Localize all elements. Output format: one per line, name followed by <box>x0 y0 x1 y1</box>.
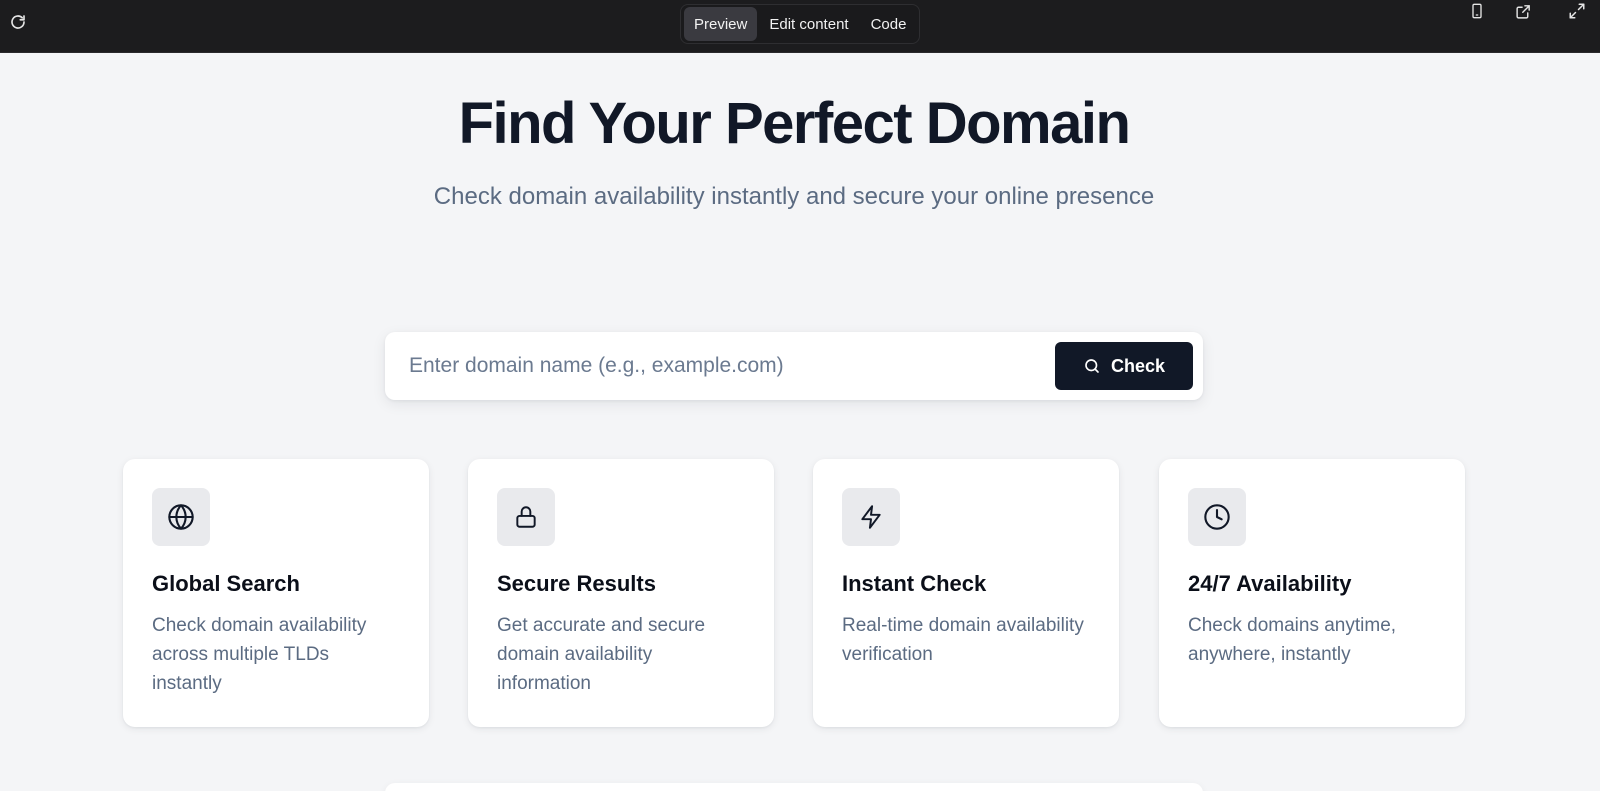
feature-description: Get accurate and secure domain availabil… <box>497 615 706 694</box>
feature-card-global-search: Global Search Check domain availability … <box>123 459 429 727</box>
reload-icon[interactable] <box>8 12 28 32</box>
next-section-card <box>385 783 1203 791</box>
view-tabs: Preview Edit content Code <box>680 4 921 44</box>
lightning-icon <box>842 488 900 546</box>
feature-title: Instant Check <box>842 571 987 596</box>
open-external-icon[interactable] <box>1512 0 1534 22</box>
mobile-icon[interactable] <box>1466 0 1488 22</box>
clock-icon <box>1188 488 1246 546</box>
feature-card-availability: 24/7 Availability Check domains anytime,… <box>1159 459 1465 727</box>
tab-preview[interactable]: Preview <box>684 7 758 41</box>
feature-title: Secure Results <box>497 571 656 596</box>
feature-description: Real-time domain availability verificati… <box>842 615 1084 665</box>
check-button[interactable]: Check <box>1055 342 1193 390</box>
tab-edit-content[interactable]: Edit content <box>759 7 858 41</box>
fullscreen-icon[interactable] <box>1566 0 1588 22</box>
feature-title: Global Search <box>152 571 300 596</box>
page-title: Find Your Perfect Domain <box>458 91 1131 156</box>
check-button-label: Check <box>1110 355 1166 376</box>
lock-icon <box>497 488 555 546</box>
feature-description: Check domain availability across multipl… <box>152 615 367 694</box>
tab-code[interactable]: Code <box>861 7 917 41</box>
feature-card-secure-results: Secure Results Get accurate and secure d… <box>468 459 774 727</box>
domain-search-form: Check <box>385 332 1203 400</box>
preview-toolbar: Preview Edit content Code <box>0 0 1600 53</box>
feature-title: 24/7 Availability <box>1188 571 1352 596</box>
feature-description: Check domains anytime, anywhere, instant… <box>1188 615 1397 665</box>
domain-search-input[interactable] <box>409 346 1029 386</box>
globe-icon <box>152 488 210 546</box>
page-subtitle: Check domain availability instantly and … <box>433 183 1155 210</box>
search-icon <box>1083 357 1101 375</box>
feature-card-instant-check: Instant Check Real-time domain availabil… <box>813 459 1119 727</box>
